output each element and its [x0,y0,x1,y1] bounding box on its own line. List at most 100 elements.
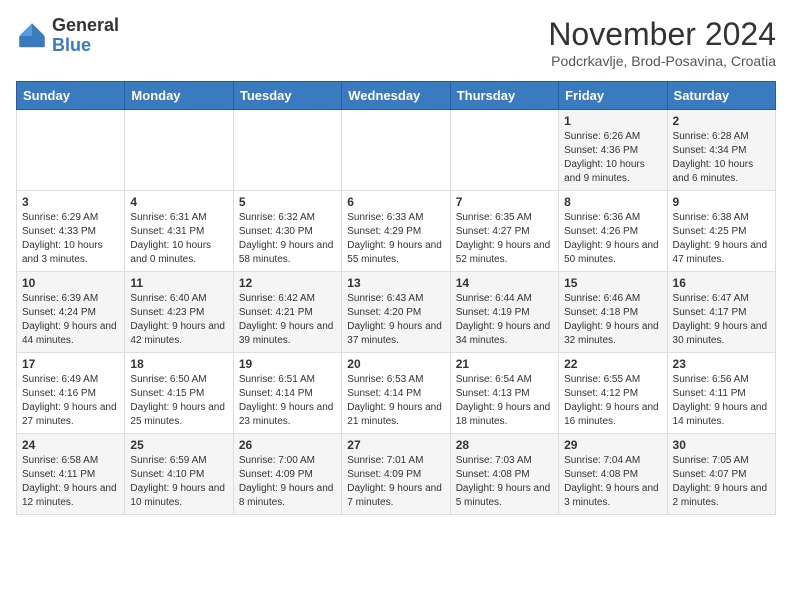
location: Podcrkavlje, Brod-Posavina, Croatia [548,53,776,69]
calendar-cell: 21 Sunrise: 6:54 AM Sunset: 4:13 PM Dayli… [450,353,558,434]
day-info: Sunrise: 6:51 AM Sunset: 4:14 PM Dayligh… [239,373,336,429]
day-of-week-header: Tuesday [233,82,341,110]
day-info: Sunrise: 6:28 AM Sunset: 4:34 PM Dayligh… [673,130,770,186]
calendar-cell: 17Sunrise: 6:49 AM Sunset: 4:16 PM Dayli… [17,353,125,434]
day-number: 18 [130,357,227,371]
day-number: 3 [22,195,119,209]
day-number: 23 [673,357,770,371]
calendar-cell: 11Sunrise: 6:40 AM Sunset: 4:23 PM Dayli… [125,272,233,353]
calendar-cell: 8 Sunrise: 6:36 AM Sunset: 4:26 PM Daylig… [559,191,667,272]
day-info: Sunrise: 6:54 AM Sunset: 4:13 PM Dayligh… [456,373,553,429]
day-info: Sunrise: 7:05 AM Sunset: 4:07 PM Dayligh… [673,454,770,510]
calendar-week-row: 3 Sunrise: 6:29 AM Sunset: 4:33 PM Daylig… [17,191,776,272]
day-number: 25 [130,438,227,452]
day-info: Sunrise: 6:26 AM Sunset: 4:36 PM Dayligh… [564,130,661,186]
day-info: Sunrise: 6:55 AM Sunset: 4:12 PM Dayligh… [564,373,661,429]
calendar-cell: 20Sunrise: 6:53 AM Sunset: 4:14 PM Dayli… [342,353,450,434]
calendar-cell: 27 Sunrise: 7:01 AM Sunset: 4:09 PM Dayli… [342,434,450,515]
day-of-week-header: Wednesday [342,82,450,110]
calendar-cell: 4 Sunrise: 6:31 AM Sunset: 4:31 PM Daylig… [125,191,233,272]
calendar-cell [342,110,450,191]
day-info: Sunrise: 6:50 AM Sunset: 4:15 PM Dayligh… [130,373,227,429]
calendar-cell: 30 Sunrise: 7:05 AM Sunset: 4:07 PM Dayli… [667,434,775,515]
day-info: Sunrise: 6:40 AM Sunset: 4:23 PM Dayligh… [130,292,227,348]
day-number: 29 [564,438,661,452]
calendar-week-row: 10Sunrise: 6:39 AM Sunset: 4:24 PM Dayli… [17,272,776,353]
calendar-cell [233,110,341,191]
calendar-cell: 10Sunrise: 6:39 AM Sunset: 4:24 PM Dayli… [17,272,125,353]
day-of-week-header: Saturday [667,82,775,110]
day-number: 4 [130,195,227,209]
day-number: 9 [673,195,770,209]
day-number: 20 [347,357,444,371]
day-info: Sunrise: 6:33 AM Sunset: 4:29 PM Dayligh… [347,211,444,267]
day-number: 5 [239,195,336,209]
day-info: Sunrise: 6:32 AM Sunset: 4:30 PM Dayligh… [239,211,336,267]
calendar-cell [450,110,558,191]
day-number: 30 [673,438,770,452]
calendar-week-row: 1 Sunrise: 6:26 AM Sunset: 4:36 PM Daylig… [17,110,776,191]
calendar-cell [125,110,233,191]
calendar-cell: 1 Sunrise: 6:26 AM Sunset: 4:36 PM Daylig… [559,110,667,191]
calendar-cell: 2 Sunrise: 6:28 AM Sunset: 4:34 PM Daylig… [667,110,775,191]
calendar-cell [17,110,125,191]
day-info: Sunrise: 7:01 AM Sunset: 4:09 PM Dayligh… [347,454,444,510]
month-title: November 2024 [548,16,776,53]
day-info: Sunrise: 6:46 AM Sunset: 4:18 PM Dayligh… [564,292,661,348]
day-number: 22 [564,357,661,371]
calendar-cell: 16Sunrise: 6:47 AM Sunset: 4:17 PM Dayli… [667,272,775,353]
calendar-cell: 7 Sunrise: 6:35 AM Sunset: 4:27 PM Daylig… [450,191,558,272]
day-info: Sunrise: 6:38 AM Sunset: 4:25 PM Dayligh… [673,211,770,267]
day-info: Sunrise: 6:36 AM Sunset: 4:26 PM Dayligh… [564,211,661,267]
logo-text: General Blue [52,16,119,56]
day-number: 1 [564,114,661,128]
day-number: 12 [239,276,336,290]
calendar-cell: 13Sunrise: 6:43 AM Sunset: 4:20 PM Dayli… [342,272,450,353]
calendar-cell: 29 Sunrise: 7:04 AM Sunset: 4:08 PM Dayli… [559,434,667,515]
day-number: 8 [564,195,661,209]
calendar-cell: 18 Sunrise: 6:50 AM Sunset: 4:15 PM Dayli… [125,353,233,434]
day-info: Sunrise: 6:47 AM Sunset: 4:17 PM Dayligh… [673,292,770,348]
calendar-week-row: 17Sunrise: 6:49 AM Sunset: 4:16 PM Dayli… [17,353,776,434]
day-info: Sunrise: 6:35 AM Sunset: 4:27 PM Dayligh… [456,211,553,267]
calendar-cell: 5 Sunrise: 6:32 AM Sunset: 4:30 PM Daylig… [233,191,341,272]
day-of-week-header: Thursday [450,82,558,110]
logo: General Blue [16,16,119,56]
title-block: November 2024 Podcrkavlje, Brod-Posavina… [548,16,776,69]
day-info: Sunrise: 6:56 AM Sunset: 4:11 PM Dayligh… [673,373,770,429]
day-of-week-header: Monday [125,82,233,110]
day-number: 28 [456,438,553,452]
day-info: Sunrise: 6:39 AM Sunset: 4:24 PM Dayligh… [22,292,119,348]
day-number: 2 [673,114,770,128]
page-header: General Blue November 2024 Podcrkavlje, … [16,16,776,69]
day-number: 21 [456,357,553,371]
day-info: Sunrise: 6:59 AM Sunset: 4:10 PM Dayligh… [130,454,227,510]
calendar-cell: 15 Sunrise: 6:46 AM Sunset: 4:18 PM Dayli… [559,272,667,353]
calendar-cell: 3 Sunrise: 6:29 AM Sunset: 4:33 PM Daylig… [17,191,125,272]
day-info: Sunrise: 6:44 AM Sunset: 4:19 PM Dayligh… [456,292,553,348]
day-number: 24 [22,438,119,452]
calendar-cell: 14Sunrise: 6:44 AM Sunset: 4:19 PM Dayli… [450,272,558,353]
day-number: 7 [456,195,553,209]
calendar-table: SundayMondayTuesdayWednesdayThursdayFrid… [16,81,776,515]
day-info: Sunrise: 7:00 AM Sunset: 4:09 PM Dayligh… [239,454,336,510]
calendar-cell: 26 Sunrise: 7:00 AM Sunset: 4:09 PM Dayli… [233,434,341,515]
day-number: 15 [564,276,661,290]
day-info: Sunrise: 7:04 AM Sunset: 4:08 PM Dayligh… [564,454,661,510]
calendar-cell: 23 Sunrise: 6:56 AM Sunset: 4:11 PM Dayli… [667,353,775,434]
day-number: 27 [347,438,444,452]
calendar-cell: 9 Sunrise: 6:38 AM Sunset: 4:25 PM Daylig… [667,191,775,272]
calendar-cell: 19 Sunrise: 6:51 AM Sunset: 4:14 PM Dayli… [233,353,341,434]
calendar-cell: 6Sunrise: 6:33 AM Sunset: 4:29 PM Daylig… [342,191,450,272]
day-info: Sunrise: 6:31 AM Sunset: 4:31 PM Dayligh… [130,211,227,267]
day-number: 26 [239,438,336,452]
calendar-cell: 28Sunrise: 7:03 AM Sunset: 4:08 PM Dayli… [450,434,558,515]
logo-icon [16,20,48,52]
calendar-header-row: SundayMondayTuesdayWednesdayThursdayFrid… [17,82,776,110]
day-of-week-header: Friday [559,82,667,110]
calendar-cell: 24Sunrise: 6:58 AM Sunset: 4:11 PM Dayli… [17,434,125,515]
day-number: 19 [239,357,336,371]
day-info: Sunrise: 6:29 AM Sunset: 4:33 PM Dayligh… [22,211,119,267]
day-info: Sunrise: 6:42 AM Sunset: 4:21 PM Dayligh… [239,292,336,348]
calendar-week-row: 24Sunrise: 6:58 AM Sunset: 4:11 PM Dayli… [17,434,776,515]
